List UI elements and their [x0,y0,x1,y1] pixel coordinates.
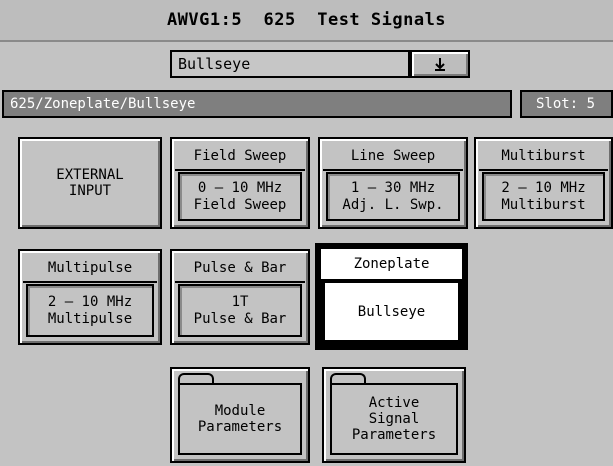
field-sweep-signal: 0 – 10 MHz Field Sweep [178,172,302,221]
multiburst-label: Multiburst [479,142,608,171]
module-parameters-line2: Parameters [197,419,283,435]
zoneplate-line1: Bullseye [357,303,426,320]
multiburst-button[interactable]: Multiburst 2 – 10 MHz Multiburst [474,137,613,229]
line-sweep-button[interactable]: Line Sweep 1 – 30 MHz Adj. L. Swp. [318,137,468,229]
pulse-bar-signal: 1T Pulse & Bar [178,284,302,337]
field-sweep-line1: 0 – 10 MHz [197,180,283,197]
module-parameters-button[interactable]: Module Parameters [170,367,310,463]
multipulse-line2: Multipulse [47,310,133,327]
window-title: AWVG1:5 625 Test Signals [0,0,613,42]
external-input-line2: INPUT [68,183,112,199]
module-parameters-line1: Module [214,402,266,419]
field-sweep-label: Field Sweep [175,142,305,171]
field-sweep-button[interactable]: Field Sweep 0 – 10 MHz Field Sweep [170,137,310,229]
signal-path: 625/Zoneplate/Bullseye [2,90,512,118]
external-input-button[interactable]: EXTERNAL INPUT [18,137,162,229]
active-signal-parameters-folder: Active Signal Parameters [330,383,458,455]
active-signal-line3: Parameters [351,427,437,444]
pulse-bar-button[interactable]: Pulse & Bar 1T Pulse & Bar [170,249,310,345]
line-sweep-line1: 1 – 30 MHz [350,180,436,197]
pulse-bar-line2: Pulse & Bar [193,310,287,327]
slot-indicator: Slot: 5 [520,90,613,118]
zoneplate-signal: Bullseye [325,283,458,340]
pulse-bar-label: Pulse & Bar [175,254,305,283]
external-input-line1: EXTERNAL [56,166,124,183]
multiburst-line2: Multiburst [501,196,586,213]
multiburst-signal: 2 – 10 MHz Multiburst [482,172,605,221]
zoneplate-label: Zoneplate [321,249,462,279]
down-arrow-icon [435,58,445,71]
multiburst-line1: 2 – 10 MHz [501,180,586,197]
multipulse-line1: 2 – 10 MHz [47,294,133,311]
module-parameters-folder: Module Parameters [178,383,302,455]
active-signal-line1: Active [368,394,420,411]
window-title-text: AWVG1:5 625 Test Signals [166,10,447,30]
signal-select-value: Bullseye [178,55,251,73]
signal-path-text: 625/Zoneplate/Bullseye [10,96,196,112]
pulse-bar-line1: 1T [231,294,249,311]
active-signal-parameters-button[interactable]: Active Signal Parameters [322,367,466,463]
multipulse-label: Multipulse [23,254,157,283]
signal-select[interactable]: Bullseye [170,50,410,78]
zoneplate-button[interactable]: Zoneplate Bullseye [315,243,468,350]
multipulse-signal: 2 – 10 MHz Multipulse [26,284,154,337]
line-sweep-line2: Adj. L. Swp. [342,196,444,213]
line-sweep-label: Line Sweep [323,142,463,171]
dropdown-button[interactable] [410,50,470,78]
slot-text: Slot: 5 [536,96,596,112]
line-sweep-signal: 1 – 30 MHz Adj. L. Swp. [326,172,460,221]
multipulse-button[interactable]: Multipulse 2 – 10 MHz Multipulse [18,249,162,345]
field-sweep-line2: Field Sweep [193,196,287,213]
active-signal-line2: Signal [368,410,420,427]
